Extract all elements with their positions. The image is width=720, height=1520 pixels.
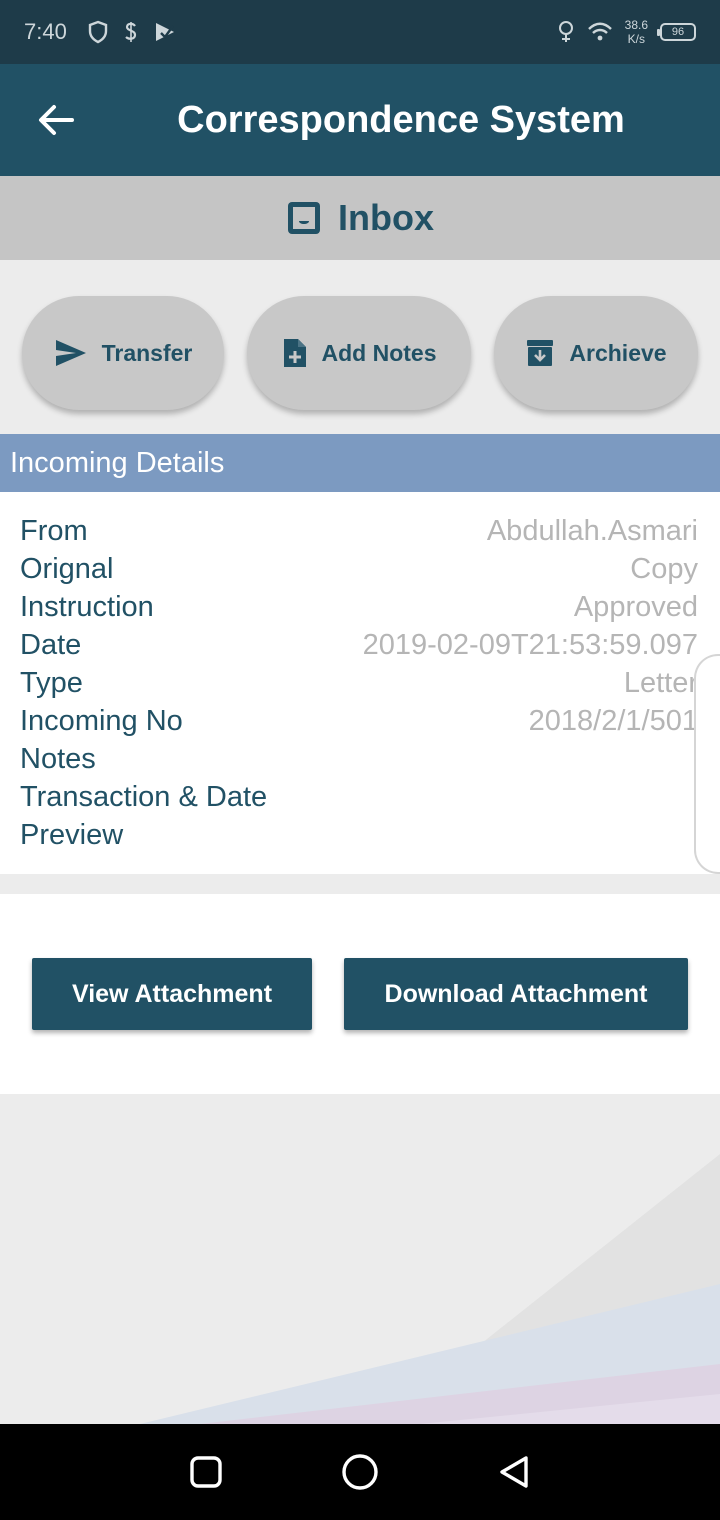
detail-row-preview[interactable]: Preview — [20, 816, 698, 854]
detail-row-transaction-date: Transaction & Date — [20, 780, 268, 813]
detail-row-from: From Abdullah.Asmari — [20, 514, 698, 547]
status-bar: 7:40 38.6 K/s 96 — [0, 0, 720, 64]
page-title: Correspondence System — [177, 98, 625, 141]
bulb-icon — [558, 21, 573, 42]
recent-apps-button[interactable] — [188, 1454, 224, 1490]
home-button[interactable] — [340, 1452, 380, 1492]
detail-row-date: Date 2019-02-09T21:53:59.097 — [20, 628, 698, 661]
view-attachment-button[interactable]: View Attachment — [32, 958, 312, 1030]
details-header: Incoming Details — [0, 434, 720, 492]
detail-row-incoming-no: Incoming No 2018/2/1/501 — [20, 704, 698, 737]
archive-icon — [527, 340, 554, 366]
app-bar: Correspondence System — [0, 64, 720, 176]
background-decoration — [0, 1094, 720, 1424]
detail-row-type: Type Letter — [20, 666, 698, 699]
inbox-icon — [288, 202, 320, 234]
arrow-back-icon — [39, 105, 74, 135]
shield-icon — [88, 20, 108, 44]
side-drawer-handle[interactable] — [694, 654, 720, 874]
add-notes-button[interactable]: Add Notes — [247, 296, 471, 410]
detail-row-notes: Notes — [20, 742, 96, 775]
back-button[interactable] — [0, 64, 112, 176]
dollar-icon — [125, 22, 136, 42]
battery-icon: 96 — [657, 23, 696, 41]
archive-button[interactable]: Archieve — [494, 296, 698, 410]
system-nav-bar — [0, 1424, 720, 1520]
send-icon — [55, 340, 86, 366]
section-header: Inbox — [0, 176, 720, 260]
section-title: Inbox — [338, 197, 434, 238]
transfer-button[interactable]: Transfer — [22, 296, 224, 410]
action-bar: Transfer Add Notes Archieve — [0, 260, 720, 434]
download-attachment-button[interactable]: Download Attachment — [344, 958, 688, 1030]
attachment-panel: View Attachment Download Attachment — [0, 894, 720, 1094]
play-store-icon — [155, 23, 174, 41]
net-speed: 38.6 K/s — [624, 18, 648, 46]
detail-row-instruction: Instruction Approved — [20, 590, 698, 623]
wifi-icon — [587, 22, 612, 41]
detail-row-original: Orignal Copy — [20, 552, 698, 585]
nav-back-button[interactable] — [496, 1454, 532, 1490]
status-time: 7:40 — [24, 19, 67, 44]
note-add-icon — [283, 339, 306, 367]
details-panel: From Abdullah.Asmari Orignal Copy Instru… — [0, 492, 720, 874]
